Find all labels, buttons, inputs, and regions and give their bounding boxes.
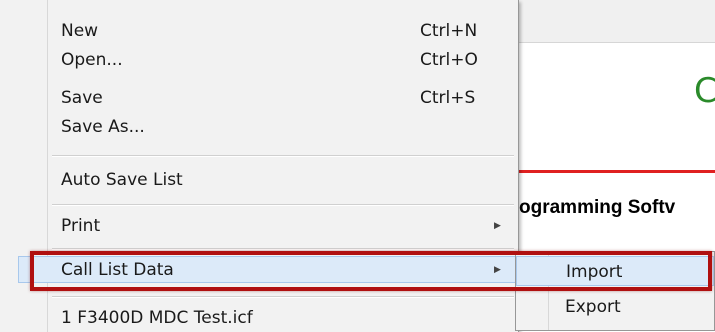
menu-item-open[interactable]: Open... Ctrl+O: [0, 47, 518, 74]
menu-item-label: Save As...: [61, 117, 145, 137]
app-heading: ogramming Softv: [519, 198, 676, 217]
submenu-item-import[interactable]: Import: [516, 256, 714, 286]
submenu-item-label: Export: [565, 297, 621, 317]
menu-item-label: 1 F3400D MDC Test.icf: [61, 308, 253, 328]
submenu-item-export[interactable]: Export: [516, 292, 714, 322]
menu-item-label: New: [61, 21, 99, 41]
menu-item-save-as[interactable]: Save As...: [0, 114, 518, 141]
menu-item-shortcut: Ctrl+S: [420, 88, 476, 108]
menu-item-label: Save: [61, 88, 103, 108]
submenu-item-label: Import: [566, 262, 623, 282]
menu-item-call-list-data[interactable]: Call List Data ▶: [18, 256, 516, 283]
app-logo-letter: C: [694, 71, 715, 111]
menu-separator: [52, 248, 514, 250]
menu-item-print[interactable]: Print ▶: [0, 213, 518, 240]
file-menu: New Ctrl+N Open... Ctrl+O Save Ctrl+S Sa…: [0, 0, 519, 332]
menu-item-label: Auto Save List: [61, 170, 183, 190]
menu-item-auto-save-list[interactable]: Auto Save List: [0, 167, 518, 194]
menu-separator: [52, 296, 514, 298]
menu-item-shortcut: Ctrl+O: [420, 50, 478, 70]
menu-item-label: Call List Data: [61, 260, 174, 280]
menu-item-label: Open...: [61, 50, 123, 70]
menu-separator: [52, 155, 514, 157]
submenu-arrow-icon: ▶: [494, 221, 501, 231]
menu-item-save[interactable]: Save Ctrl+S: [0, 85, 518, 112]
menu-item-label: Print: [61, 216, 101, 236]
menu-item-shortcut: Ctrl+N: [420, 21, 478, 41]
menu-separator: [52, 204, 514, 206]
submenu-arrow-icon: ▶: [494, 265, 501, 275]
menu-item-recent-file[interactable]: 1 F3400D MDC Test.icf: [0, 305, 518, 332]
menu-item-new[interactable]: New Ctrl+N: [0, 18, 518, 45]
call-list-data-submenu: Import Export: [515, 251, 715, 331]
